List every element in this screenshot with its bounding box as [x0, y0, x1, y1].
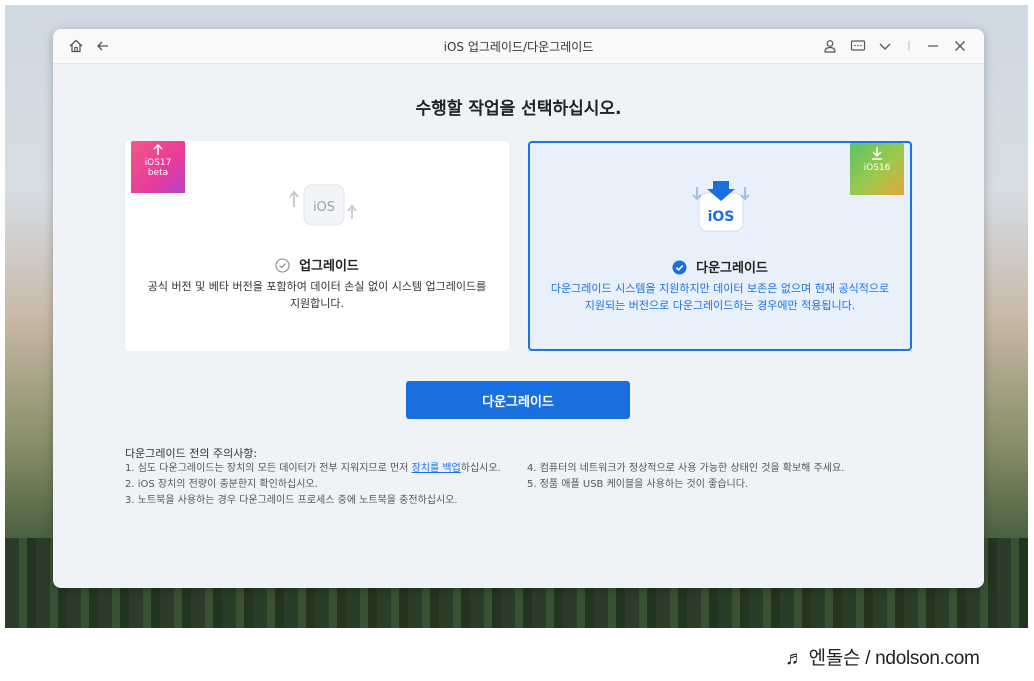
chevron-down-icon[interactable]	[877, 38, 893, 54]
note-item-1: 1. 심도 다운그레이드는 장치의 모든 데이터가 전부 지워지므로 먼저 장치…	[125, 463, 501, 474]
upload-arrow-icon	[153, 143, 163, 155]
upgrade-option-card[interactable]: iOS17 beta iOS 업그레이드 공식 버전 및 베타 버전을 포함하여…	[125, 141, 509, 351]
window-title: iOS 업그레이드/다운그레이드	[443, 40, 594, 54]
app-window: iOS 업그레이드/다운그레이드 수행할 작업을 선택하십시오. iOS17 b…	[53, 29, 984, 588]
downgrade-button[interactable]: 다운그레이드	[406, 381, 630, 419]
ios-upgrade-icon: iOS	[289, 184, 357, 226]
unchecked-circle-icon	[275, 258, 290, 273]
upgrade-title: 업그레이드	[125, 255, 509, 274]
upgrade-description: 공식 버전 및 베타 버전을 포함하여 데이터 손실 없이 시스템 업그레이드를…	[147, 280, 487, 310]
ios17-beta-ribbon: iOS17 beta	[131, 141, 185, 193]
ribbon-label: iOS17 beta	[144, 158, 172, 178]
backup-device-link[interactable]: 장치를 백업	[412, 463, 461, 474]
download-arrow-icon	[872, 147, 882, 160]
note-item-3: 3. 노트북을 사용하는 경우 다운그레이드 프로세스 중에 노트북을 충전하십…	[125, 495, 458, 506]
note-item-4: 4. 컴퓨터의 네트워크가 정상적으로 사용 가능한 상태인 것을 확보해 주세…	[527, 463, 845, 474]
ribbon-label: iOS16	[863, 163, 891, 173]
ios-downgrade-icon: iOS	[692, 181, 750, 232]
note-item-2: 2. iOS 장치의 전량이 충분한지 확인하십시오.	[125, 479, 318, 490]
title-bar: iOS 업그레이드/다운그레이드	[53, 29, 984, 64]
close-icon[interactable]	[952, 38, 968, 54]
minimize-icon[interactable]	[925, 38, 941, 54]
divider-icon	[908, 41, 910, 51]
notes-title: 다운그레이드 전의 주의사항:	[125, 447, 258, 460]
checked-circle-icon	[672, 260, 687, 275]
page-heading: 수행할 작업을 선택하십시오.	[415, 99, 622, 119]
svg-text:iOS: iOS	[708, 209, 735, 225]
notes-right-column: 4. 컴퓨터의 네트워크가 정상적으로 사용 가능한 상태인 것을 확보해 주세…	[527, 462, 947, 494]
notes-left-column: 1. 심도 다운그레이드는 장치의 모든 데이터가 전부 지워지므로 먼저 장치…	[125, 462, 510, 510]
account-icon[interactable]	[822, 38, 838, 54]
downgrade-option-card[interactable]: iOS16 iOS 다운그레이드 다운그레이드 시스템을 지원하지만 데이터 보…	[528, 141, 912, 351]
downgrade-description: 다운그레이드 시스템을 지원하지만 데이터 보존은 없으며 현재 공식적으로 지…	[550, 282, 890, 312]
feedback-icon[interactable]	[850, 38, 866, 54]
watermark-text: ♬ 엔돌슨 / ndolson.com	[785, 648, 980, 669]
note-item-5: 5. 정품 애플 USB 케이블을 사용하는 것이 좋습니다.	[527, 479, 749, 490]
ios16-ribbon: iOS16	[850, 143, 904, 195]
downgrade-title: 다운그레이드	[530, 257, 910, 276]
svg-text:iOS: iOS	[313, 200, 335, 215]
